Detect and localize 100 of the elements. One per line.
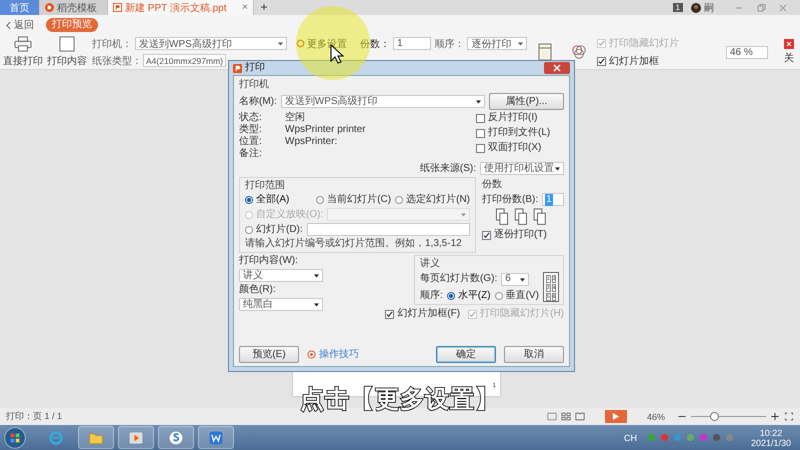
taskbar-app[interactable] <box>78 426 114 449</box>
order-radio[interactable]: 水平(Z) <box>446 290 491 302</box>
browser-icon <box>48 430 64 446</box>
close-icon <box>784 39 794 49</box>
avatar-icon[interactable] <box>691 2 701 12</box>
ok-button[interactable]: 确定 <box>436 346 496 363</box>
clock-time[interactable]: 10:22 <box>760 428 782 438</box>
start-button-icon[interactable] <box>4 426 26 448</box>
frame-icon <box>58 36 76 52</box>
printer-label: 打印机： <box>92 38 132 50</box>
close-icon[interactable] <box>544 62 570 74</box>
language-indicator[interactable]: CH <box>624 432 637 442</box>
play-button[interactable] <box>604 410 627 423</box>
zoom-level[interactable]: 46% <box>646 412 665 422</box>
restore-icon[interactable] <box>756 2 766 12</box>
group-title: 打印机 <box>239 79 270 91</box>
group-title: 讲义 <box>420 258 441 270</box>
toolbar-button[interactable]: 打印内容 <box>46 36 88 68</box>
group-title: 打印范围 <box>245 180 286 192</box>
video-player-icon <box>128 430 144 446</box>
dialog-title: 打印 <box>245 62 265 74</box>
check-icon <box>386 310 394 318</box>
slides-per-page-label: 每页幻灯片数(G): <box>420 273 498 285</box>
zoom-select[interactable]: 46 % <box>726 46 768 58</box>
docer-icon <box>45 3 54 12</box>
back-button[interactable]: 返回 <box>6 18 34 32</box>
close-preview-button[interactable]: 关 <box>784 39 794 65</box>
tab[interactable]: 新建 PPT 演示文稿.ppt × <box>108 0 254 15</box>
plus-icon[interactable] <box>770 412 780 421</box>
paper-source-label: 纸张来源(S): <box>420 162 476 174</box>
info-value: 空闲 <box>285 112 305 124</box>
option-checkbox[interactable]: 双面打印(X) <box>476 142 564 154</box>
range-hint: 请输入幻灯片编号或幻灯片范围。例如，1,3,5-12 <box>245 238 463 250</box>
check-icon <box>469 310 476 318</box>
order-label: 顺序： <box>434 38 464 50</box>
paper-select[interactable]: A4(210mmx297mm) <box>143 54 226 67</box>
range-radio[interactable]: 当前幻灯片(C) <box>316 194 392 206</box>
slides-input[interactable] <box>306 223 470 236</box>
notification-badge[interactable]: 1 <box>672 3 683 12</box>
grid-view-icon[interactable] <box>560 412 571 421</box>
presentation-icon <box>113 3 122 12</box>
slides-per-page-select[interactable]: 6 <box>501 272 530 286</box>
collate-checkbox[interactable]: 逐份打印(T) <box>482 229 564 241</box>
caret-icon <box>278 42 284 46</box>
cancel-button[interactable]: 取消 <box>504 346 564 363</box>
page-icon[interactable] <box>537 43 553 61</box>
new-tab-button[interactable]: + <box>254 0 274 15</box>
toolbar-button[interactable]: 直接打印 <box>2 36 44 68</box>
app-icon <box>233 64 242 72</box>
copies-spinner[interactable]: 1 <box>393 37 432 50</box>
color-label: 颜色(R): <box>239 284 277 296</box>
paper-source-select[interactable]: 使用打印机设置 <box>480 162 564 175</box>
info-label: 类型: <box>239 124 263 136</box>
taskbar-app[interactable] <box>158 426 194 449</box>
w-logo-icon <box>208 430 224 446</box>
color-select[interactable]: 纯黑白 <box>239 298 323 311</box>
info-value: WpsPrinter: <box>285 136 338 148</box>
fullscreen-icon[interactable] <box>784 412 794 421</box>
caret-icon <box>520 278 526 282</box>
info-label: 备注: <box>239 148 263 160</box>
info-label: 位置: <box>239 136 263 148</box>
paper-label: 纸张类型： <box>92 54 142 68</box>
printer-icon <box>14 36 32 52</box>
option-checkbox[interactable]: 幻灯片加框 <box>597 54 679 68</box>
order-select[interactable]: 逐份打印 <box>467 37 527 50</box>
preview-button[interactable]: 预览(E) <box>239 346 299 363</box>
copies-label: 打印份数(B): <box>482 194 538 206</box>
caret-icon <box>461 213 466 217</box>
option-checkbox[interactable]: 幻灯片加框(F) <box>385 308 460 320</box>
close-tab-button[interactable]: × <box>242 2 248 13</box>
caret-icon <box>314 274 319 278</box>
book-view-icon[interactable] <box>574 412 585 421</box>
taskbar-app[interactable] <box>198 426 234 449</box>
name-label: 名称(M): <box>239 96 277 108</box>
user-name[interactable]: 嗣 <box>704 0 714 14</box>
target-icon <box>307 350 316 359</box>
print-content-select[interactable]: 讲义 <box>239 269 323 282</box>
tab[interactable]: 稻壳模板 <box>40 0 108 15</box>
view-icon[interactable] <box>546 412 557 421</box>
printer-select[interactable]: 发送到WPS高级打印 <box>280 95 485 108</box>
caret-icon <box>555 167 560 171</box>
settings-icon <box>296 39 306 48</box>
order-label: 顺序: <box>420 290 443 302</box>
option-checkbox[interactable]: 打印到文件(L) <box>476 127 564 139</box>
chevron-left-icon <box>6 20 11 30</box>
slides-radio[interactable]: 幻灯片(D): <box>245 224 303 236</box>
slider-thumb[interactable] <box>710 412 718 421</box>
check-icon <box>598 40 605 46</box>
tips-link[interactable]: 操作技巧 <box>307 348 359 360</box>
properties-button[interactable]: 属性(P)... <box>488 93 564 110</box>
taskbar-app[interactable] <box>118 426 154 449</box>
caret-icon <box>518 42 523 46</box>
color-circles-icon[interactable] <box>571 43 587 61</box>
clock-date[interactable]: 2021/1/30 <box>750 438 792 448</box>
option-checkbox[interactable]: 反片打印(I) <box>476 112 564 124</box>
range-radio[interactable]: 全部(A) <box>245 194 312 206</box>
printer-select[interactable]: 发送到WPS高级打印 <box>135 37 288 50</box>
range-radio[interactable]: 选定幻灯片(N) <box>395 194 470 206</box>
close-icon[interactable] <box>778 2 788 12</box>
order-radio[interactable]: 垂直(V) <box>494 290 539 302</box>
